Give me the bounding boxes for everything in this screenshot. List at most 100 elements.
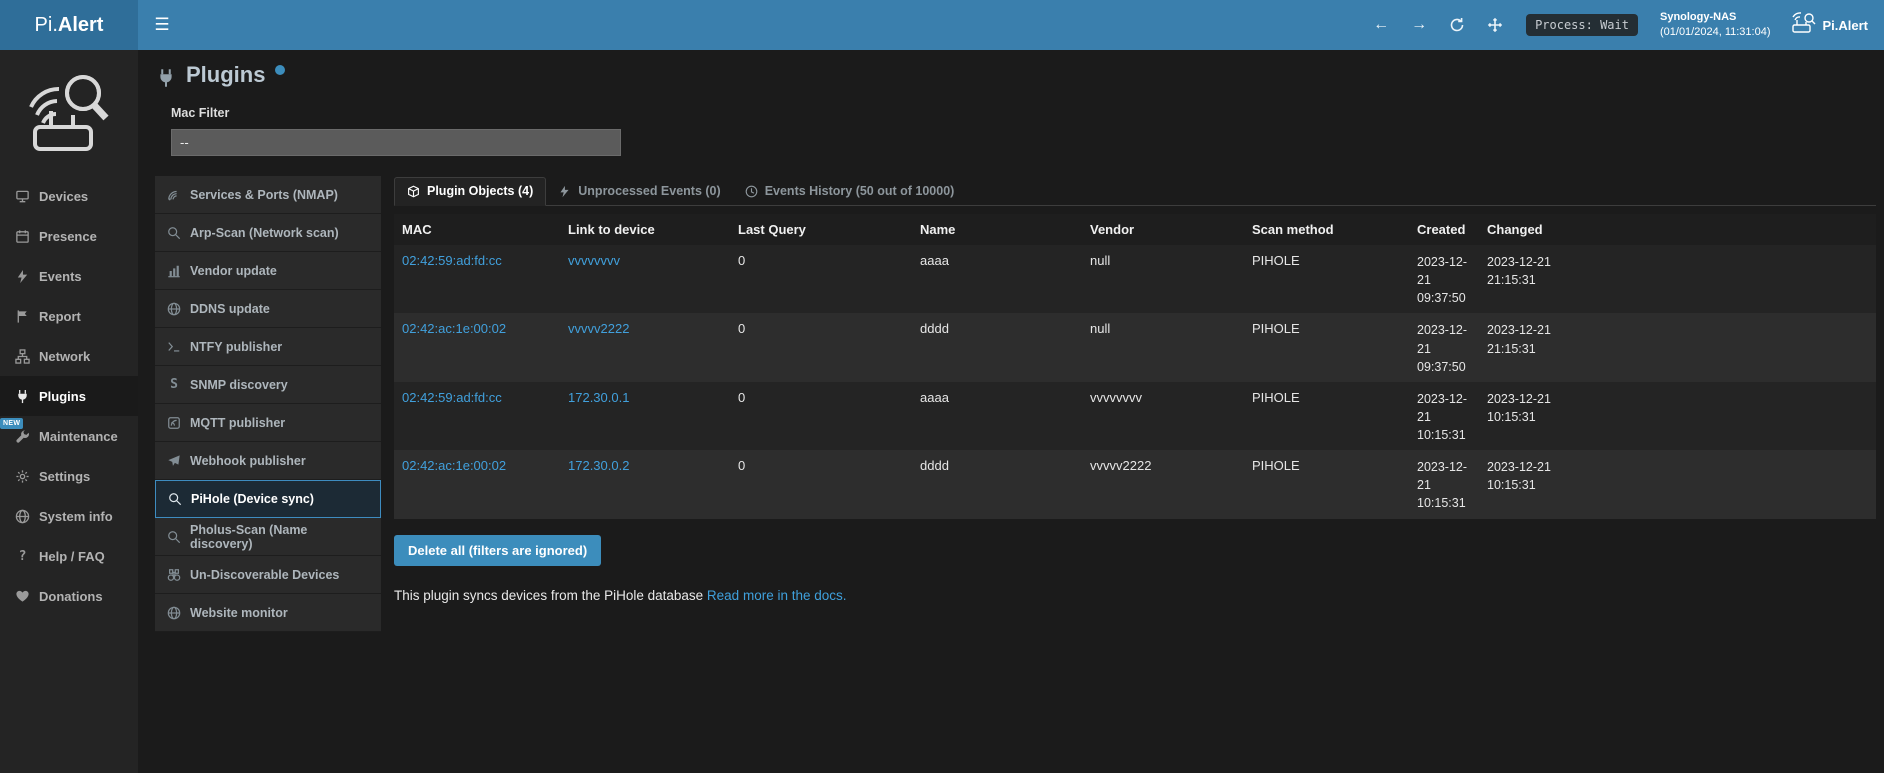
brand-logo[interactable]: Pi.Alert [0,0,138,50]
plugin-nav-item-snmp[interactable]: S SNMP discovery [155,366,381,404]
move-icon[interactable] [1485,15,1505,35]
sidebar-item-network[interactable]: Network [0,336,138,376]
created-cell: 2023-12-21 09:37:50 [1409,245,1479,313]
hamburger-menu-icon[interactable]: ☰ [138,0,186,50]
last-query-cell: 0 [730,313,912,381]
tabs-bar: Plugin Objects (4) Unprocessed Events (0… [394,176,1876,206]
device-link[interactable]: 172.30.0.1 [568,390,629,405]
sidebar-item-maintenance[interactable]: NEW Maintenance [0,416,138,456]
plugin-nav-item-webhook[interactable]: Webhook publisher [155,442,381,480]
search-icon [167,530,181,544]
device-link[interactable]: vvvvvvvv [568,253,620,268]
new-badge: NEW [0,418,23,429]
plugin-nav-item-pholus[interactable]: Pholus-Scan (Name discovery) [155,518,381,556]
plugin-nav-item-nmap[interactable]: Services & Ports (NMAP) [155,176,381,214]
plugin-nav-item-mqtt[interactable]: MQTT publisher [155,404,381,442]
snmp-icon: S [167,378,181,392]
signal-icon [167,188,181,202]
table-row: 02:42:59:ad:fd:cc 172.30.0.1 0 aaaa vvvv… [394,382,1876,450]
sidebar-item-system-info[interactable]: System info [0,496,138,536]
host-info: Synology-NAS (01/01/2024, 11:31:04) [1660,10,1771,40]
bolt-icon [558,185,571,198]
vendor-cell: null [1082,313,1244,381]
sidebar-item-help-faq[interactable]: ? Help / FAQ [0,536,138,576]
table-row: 02:42:59:ad:fd:cc vvvvvvvv 0 aaaa null P… [394,245,1876,313]
tab-unprocessed-events[interactable]: Unprocessed Events (0) [546,178,732,205]
delete-all-button[interactable]: Delete all (filters are ignored) [394,535,601,566]
plugin-nav-item-arp-scan[interactable]: Arp-Scan (Network scan) [155,214,381,252]
sidebar-item-label: Settings [39,469,90,484]
plugin-nav-label: MQTT publisher [190,416,285,430]
scan-method-cell: PIHOLE [1244,313,1409,381]
brand-prefix: Pi. [35,14,58,37]
column-header-last-query: Last Query [730,214,912,245]
device-link[interactable]: vvvvv2222 [568,321,629,336]
main-content: Plugins Mac Filter Services & Ports (NMA… [138,50,1884,773]
plugin-nav-label: Pholus-Scan (Name discovery) [190,523,369,551]
sidebar-item-label: Presence [39,229,97,244]
created-cell: 2023-12-21 10:15:31 [1409,382,1479,450]
sidebar-item-label: System info [39,509,113,524]
sidebar: Devices Presence Events Report Network P… [0,50,138,773]
mqtt-icon [167,416,181,430]
sidebar-item-devices[interactable]: Devices [0,176,138,216]
plugin-nav-item-vendor-update[interactable]: Vendor update [155,252,381,290]
plugin-nav-item-undiscoverable[interactable]: Un-Discoverable Devices [155,556,381,594]
plugin-nav-item-ddns-update[interactable]: DDNS update [155,290,381,328]
search-icon [167,226,181,240]
column-header-name: Name [912,214,1082,245]
sidebar-item-report[interactable]: Report [0,296,138,336]
plugin-nav-label: Website monitor [190,606,288,620]
globe-icon [167,606,181,620]
plugin-description: This plugin syncs devices from the PiHol… [394,588,1876,603]
sidebar-item-donations[interactable]: Donations [0,576,138,616]
plugin-nav-label: DDNS update [190,302,270,316]
help-badge[interactable] [275,65,285,75]
monitor-icon [15,189,30,204]
sidebar-item-events[interactable]: Events [0,256,138,296]
heart-icon [15,589,30,604]
tab-plugin-objects[interactable]: Plugin Objects (4) [394,177,546,206]
mac-link[interactable]: 02:42:ac:1e:00:02 [402,321,506,336]
changed-cell: 2023-12-21 10:15:31 [1479,450,1876,518]
host-name: Synology-NAS [1660,10,1771,25]
table-header-row: MAC Link to device Last Query Name Vendo… [394,214,1876,245]
plug-icon [156,66,176,90]
device-link[interactable]: 172.30.0.2 [568,458,629,473]
read-more-link[interactable]: Read more in the docs. [707,588,847,603]
vendor-cell: null [1082,245,1244,313]
sidebar-item-label: Report [39,309,81,324]
brand-suffix: Alert [58,14,104,37]
mac-link[interactable]: 02:42:ac:1e:00:02 [402,458,506,473]
plugin-nav-item-website-monitor[interactable]: Website monitor [155,594,381,632]
search-icon [168,492,182,506]
content-row: Services & Ports (NMAP) Arp-Scan (Networ… [138,176,1884,632]
back-arrow-icon[interactable]: ← [1371,15,1391,35]
flag-icon [15,309,30,324]
sidebar-item-presence[interactable]: Presence [0,216,138,256]
globe-icon [15,509,30,524]
sidebar-item-plugins[interactable]: Plugins [0,376,138,416]
plugin-nav-label: Arp-Scan (Network scan) [190,226,339,240]
forward-arrow-icon[interactable]: → [1409,15,1429,35]
mac-filter-input[interactable] [171,129,621,156]
column-header-created: Created [1409,214,1479,245]
topbar-brand-right: Pi.Alert [1822,18,1868,33]
plugin-content: Plugin Objects (4) Unprocessed Events (0… [394,176,1876,603]
sidebar-item-label: Plugins [39,389,86,404]
name-cell: aaaa [912,245,1082,313]
table-row: 02:42:ac:1e:00:02 vvvvv2222 0 dddd null … [394,313,1876,381]
cube-icon [407,185,420,198]
mac-link[interactable]: 02:42:59:ad:fd:cc [402,390,502,405]
plugin-nav-item-pihole[interactable]: PiHole (Device sync) [155,480,381,518]
sidebar-item-settings[interactable]: Settings [0,456,138,496]
sidebar-item-label: Network [39,349,90,364]
plugin-nav-item-ntfy[interactable]: NTFY publisher [155,328,381,366]
tab-label: Events History (50 out of 10000) [765,184,955,198]
mac-link[interactable]: 02:42:59:ad:fd:cc [402,253,502,268]
page-header: Plugins [138,50,1884,90]
refresh-icon[interactable] [1447,15,1467,35]
plugin-description-text: This plugin syncs devices from the PiHol… [394,588,703,603]
process-status-badge: Process: Wait [1526,14,1638,36]
tab-events-history[interactable]: Events History (50 out of 10000) [733,178,967,205]
